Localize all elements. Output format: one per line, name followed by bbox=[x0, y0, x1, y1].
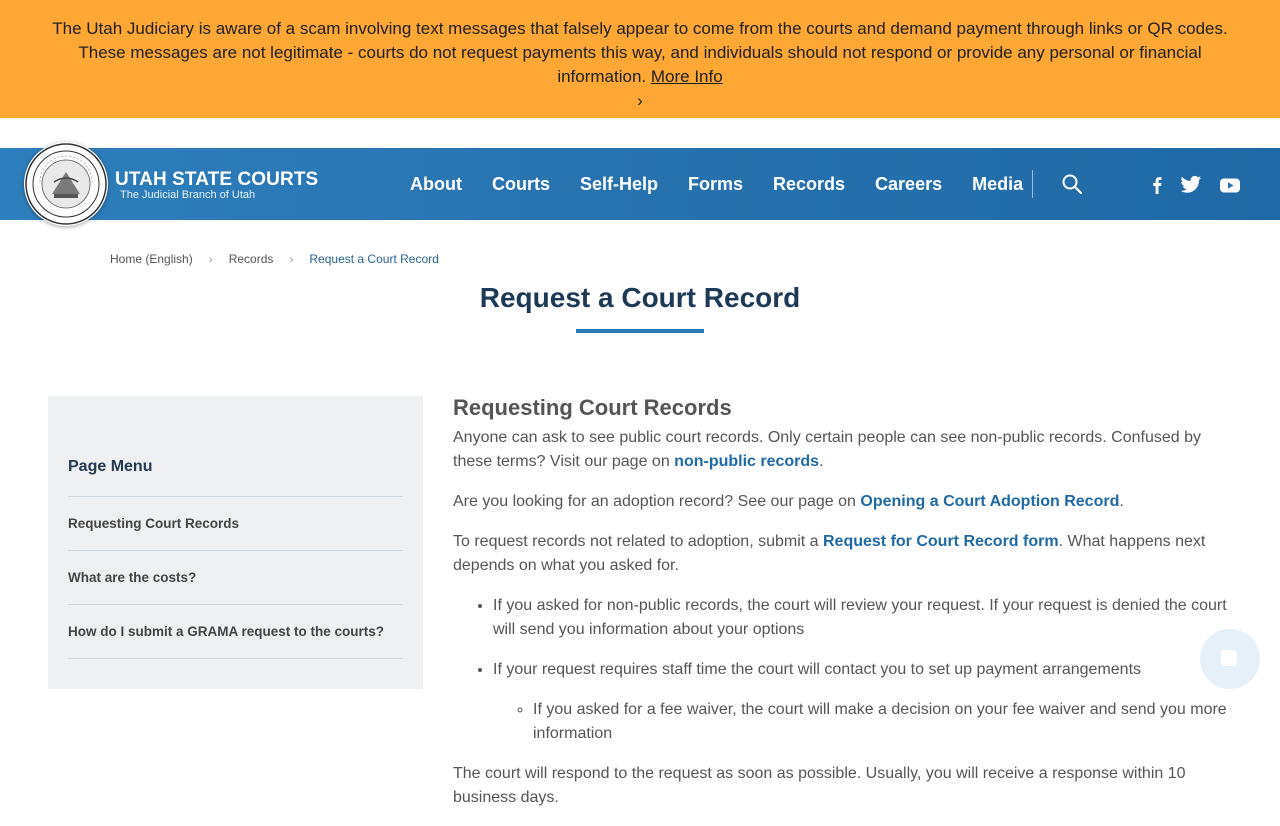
floating-chat-button[interactable] bbox=[1200, 629, 1260, 689]
alert-message: The Utah Judiciary is aware of a scam in… bbox=[52, 19, 1228, 86]
chevron-right-icon: › bbox=[289, 252, 294, 266]
brand-title[interactable]: UTAH STATE COURTS bbox=[115, 169, 318, 191]
paragraph: The court will respond to the request as… bbox=[453, 765, 1186, 806]
chevron-right-icon: › bbox=[208, 252, 213, 266]
nav-records[interactable]: Records bbox=[758, 148, 860, 220]
nav-self-help[interactable]: Self-Help bbox=[565, 148, 673, 220]
alert-more-info-link[interactable]: More Info bbox=[651, 67, 723, 86]
adoption-record-link[interactable]: Opening a Court Adoption Record bbox=[860, 493, 1119, 510]
nav-media[interactable]: Media bbox=[957, 148, 1038, 220]
breadcrumb-home[interactable]: Home (English) bbox=[110, 251, 193, 267]
nav-careers[interactable]: Careers bbox=[860, 148, 957, 220]
title-underline bbox=[576, 329, 704, 333]
scam-alert-banner: The Utah Judiciary is aware of a scam in… bbox=[0, 0, 1280, 118]
paragraph-text: . bbox=[1119, 493, 1124, 510]
court-record-form-link[interactable]: Request for Court Record form bbox=[823, 533, 1059, 550]
paragraph-text: . bbox=[819, 453, 824, 470]
non-public-records-link[interactable]: non-public records bbox=[674, 453, 819, 470]
page-menu-sidebar: Page Menu Requesting Court Records What … bbox=[48, 396, 423, 689]
page-menu-item-costs[interactable]: What are the costs? bbox=[68, 550, 403, 604]
outcome-list: If you asked for non-public records, the… bbox=[453, 594, 1238, 746]
chat-icon bbox=[1221, 650, 1237, 666]
breadcrumb-current: Request a Court Record bbox=[309, 252, 439, 266]
paragraph: Are you looking for an adoption record? … bbox=[453, 490, 1238, 514]
paragraph-text: Are you looking for an adoption record? … bbox=[453, 493, 861, 510]
search-icon[interactable] bbox=[1061, 173, 1083, 195]
breadcrumb-records[interactable]: Records bbox=[229, 251, 274, 267]
twitter-icon[interactable] bbox=[1180, 175, 1202, 195]
sub-list-item: If you asked for a fee waiver, the court… bbox=[533, 698, 1238, 746]
brand-subtitle: The Judicial Branch of Utah bbox=[120, 189, 256, 201]
sub-list: If you asked for a fee waiver, the court… bbox=[493, 698, 1238, 746]
paragraph: To request records not related to adopti… bbox=[453, 530, 1238, 578]
list-item: If your request requires staff time the … bbox=[493, 658, 1238, 746]
paragraph: Anyone can ask to see public court recor… bbox=[453, 426, 1238, 474]
paragraph-text: To request records not related to adopti… bbox=[453, 533, 823, 550]
page-menu-item-grama[interactable]: How do I submit a GRAMA request to the c… bbox=[68, 604, 403, 658]
page-menu-heading: Page Menu bbox=[68, 458, 153, 475]
list-item: If you asked for non-public records, the… bbox=[493, 594, 1238, 642]
nav-forms[interactable]: Forms bbox=[673, 148, 758, 220]
main-content: Requesting Court Records Anyone can ask … bbox=[453, 395, 1238, 826]
chevron-right-icon[interactable]: › bbox=[36, 89, 1244, 113]
main-nav: About Courts Self-Help Forms Records Car… bbox=[395, 148, 1038, 220]
nav-about[interactable]: About bbox=[395, 148, 477, 220]
list-item-text: If your request requires staff time the … bbox=[493, 661, 1142, 678]
nav-divider bbox=[1032, 170, 1033, 198]
site-header: UTAH STATE COURTS The Judicial Branch of… bbox=[0, 142, 1280, 226]
section-heading: Requesting Court Records bbox=[453, 395, 732, 420]
paragraph-text: Anyone can ask to see public court recor… bbox=[453, 429, 1201, 470]
breadcrumb: Home (English) › Records › Request a Cou… bbox=[110, 251, 439, 267]
page-title: Request a Court Record bbox=[479, 282, 801, 313]
state-seal-logo[interactable] bbox=[24, 142, 108, 226]
page-menu-item-requesting[interactable]: Requesting Court Records bbox=[68, 496, 403, 550]
facebook-icon[interactable] bbox=[1146, 175, 1168, 195]
youtube-icon[interactable] bbox=[1219, 175, 1241, 195]
page-menu-divider bbox=[68, 658, 403, 659]
nav-courts[interactable]: Courts bbox=[477, 148, 565, 220]
